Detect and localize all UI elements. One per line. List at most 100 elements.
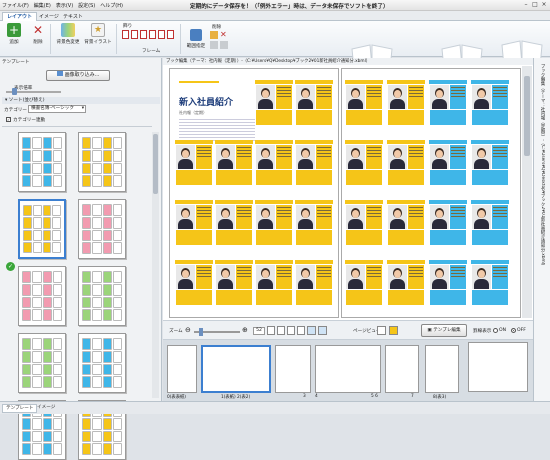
employee-card[interactable]	[175, 260, 213, 306]
employee-card[interactable]	[429, 140, 467, 186]
close-button[interactable]: ×	[540, 1, 548, 9]
frame-option[interactable]	[149, 30, 156, 39]
frame-option[interactable]	[131, 30, 138, 39]
bg-color-button[interactable]: 背景色変更	[54, 23, 82, 45]
page-thumb-7[interactable]	[385, 345, 419, 393]
category-select[interactable]: 横書名簿-ベーシック ▾	[28, 105, 86, 113]
actual-size-button[interactable]	[287, 326, 295, 335]
category-link-checkbox[interactable]: ✓	[6, 117, 11, 122]
template-thumbnail[interactable]	[18, 132, 66, 192]
editor-scrollbar[interactable]	[522, 66, 532, 318]
zoom-out-icon[interactable]: ⊖	[185, 326, 191, 334]
employee-card[interactable]	[295, 80, 333, 126]
tool-icon[interactable]	[210, 31, 218, 39]
page-thumb-cover[interactable]	[167, 345, 197, 393]
minimize-button[interactable]: –	[522, 1, 530, 9]
employee-card[interactable]	[255, 260, 293, 306]
frame-option[interactable]	[167, 30, 174, 39]
template-thumbnail[interactable]	[18, 333, 66, 393]
employee-card[interactable]	[295, 260, 333, 306]
face-shape	[394, 270, 401, 278]
page-thumb-1-2[interactable]	[201, 345, 271, 393]
frame-option[interactable]	[140, 30, 147, 39]
maximize-button[interactable]: □	[531, 1, 539, 9]
load-image-button[interactable]: 画像取り込み...	[46, 70, 110, 81]
employee-card[interactable]	[215, 200, 253, 246]
employee-card[interactable]	[255, 80, 293, 126]
template-thumbnail[interactable]	[18, 266, 66, 326]
tool-icon[interactable]	[220, 41, 228, 49]
employee-card[interactable]	[255, 140, 293, 186]
page-thumb-8[interactable]	[425, 345, 459, 393]
range-select-button[interactable]: 範囲指定	[184, 29, 208, 49]
scrollbar-thumb[interactable]	[153, 134, 158, 194]
employee-card[interactable]	[387, 200, 425, 246]
employee-card[interactable]	[387, 260, 425, 306]
employee-card[interactable]	[471, 200, 509, 246]
delete-button[interactable]: ✕ 削除	[28, 23, 48, 45]
employee-card[interactable]	[345, 260, 383, 306]
employee-card[interactable]	[387, 140, 425, 186]
employee-card[interactable]	[429, 260, 467, 306]
frame-option[interactable]	[122, 30, 129, 39]
fit-width-button[interactable]	[267, 326, 275, 335]
tool-icon[interactable]	[210, 41, 218, 49]
page-view-single-button[interactable]	[377, 326, 386, 335]
employee-card[interactable]	[345, 200, 383, 246]
guide-off-radio[interactable]	[511, 328, 516, 333]
employee-card[interactable]	[471, 80, 509, 126]
template-thumbnail[interactable]	[78, 266, 126, 326]
page-thumb-back[interactable]	[468, 342, 528, 392]
employee-card[interactable]	[255, 200, 293, 246]
menu-edit[interactable]: 編集(E)	[34, 2, 51, 9]
menu-help[interactable]: ヘルプ(H)	[100, 2, 123, 9]
scrollbar-thumb[interactable]	[524, 76, 530, 156]
menu-view[interactable]: 表示(V)	[56, 2, 73, 9]
template-scrollbar[interactable]	[152, 132, 159, 398]
template-thumbnail[interactable]	[18, 199, 66, 259]
employee-card[interactable]	[429, 200, 467, 246]
page-thumb-3-4[interactable]	[275, 345, 311, 393]
employee-card[interactable]	[175, 140, 213, 186]
menu-settings[interactable]: 設定(S)	[78, 2, 95, 9]
template-thumbnail[interactable]	[78, 132, 126, 192]
add-button[interactable]: + 追加	[4, 23, 24, 45]
employee-card[interactable]	[387, 80, 425, 126]
clear-icon[interactable]: ✕	[220, 31, 228, 39]
next-page-button[interactable]	[318, 326, 327, 335]
employee-card[interactable]	[471, 140, 509, 186]
template-edit-button[interactable]: ▣ テンプレ編集	[421, 324, 467, 337]
status-tab-template[interactable]: テンプレート	[2, 404, 38, 413]
employee-card[interactable]	[345, 80, 383, 126]
zoom-slider-thumb[interactable]	[199, 328, 203, 336]
frame-option[interactable]	[158, 30, 165, 39]
card-comment	[388, 170, 424, 185]
bg-illust-button[interactable]: ★ 背景イラスト	[84, 23, 112, 45]
employee-card[interactable]	[471, 260, 509, 306]
tab-text[interactable]: テキスト	[58, 12, 88, 21]
employee-card[interactable]	[295, 200, 333, 246]
template-thumbnail[interactable]	[78, 333, 126, 393]
menu-file[interactable]: ファイル(F)	[2, 2, 29, 9]
employee-card[interactable]	[345, 140, 383, 186]
sort-header[interactable]: ▾ ソート(並び替え)	[2, 97, 160, 104]
tab-layout[interactable]: レイアウト	[2, 12, 38, 21]
page-view-spread-button[interactable]	[389, 326, 398, 335]
employee-card[interactable]	[429, 80, 467, 126]
status-tab-image[interactable]: イメージ	[34, 404, 58, 413]
prev-page-button[interactable]	[307, 326, 316, 335]
zoom-in-icon[interactable]: ⊕	[242, 326, 248, 334]
page-thumb-5-6[interactable]	[315, 345, 381, 393]
employee-card[interactable]	[295, 140, 333, 186]
guide-on-radio[interactable]	[493, 328, 498, 333]
employee-card[interactable]	[175, 200, 213, 246]
fit-page-button[interactable]	[277, 326, 285, 335]
slider-thumb[interactable]	[12, 88, 17, 95]
card-header	[387, 260, 425, 264]
thumbnail-cell	[42, 137, 52, 149]
employee-card[interactable]	[215, 260, 253, 306]
zoom-fit-button[interactable]	[297, 326, 305, 335]
template-thumbnail[interactable]	[78, 199, 126, 259]
employee-card[interactable]	[215, 140, 253, 186]
zoom-value-field[interactable]: 52	[253, 327, 265, 335]
